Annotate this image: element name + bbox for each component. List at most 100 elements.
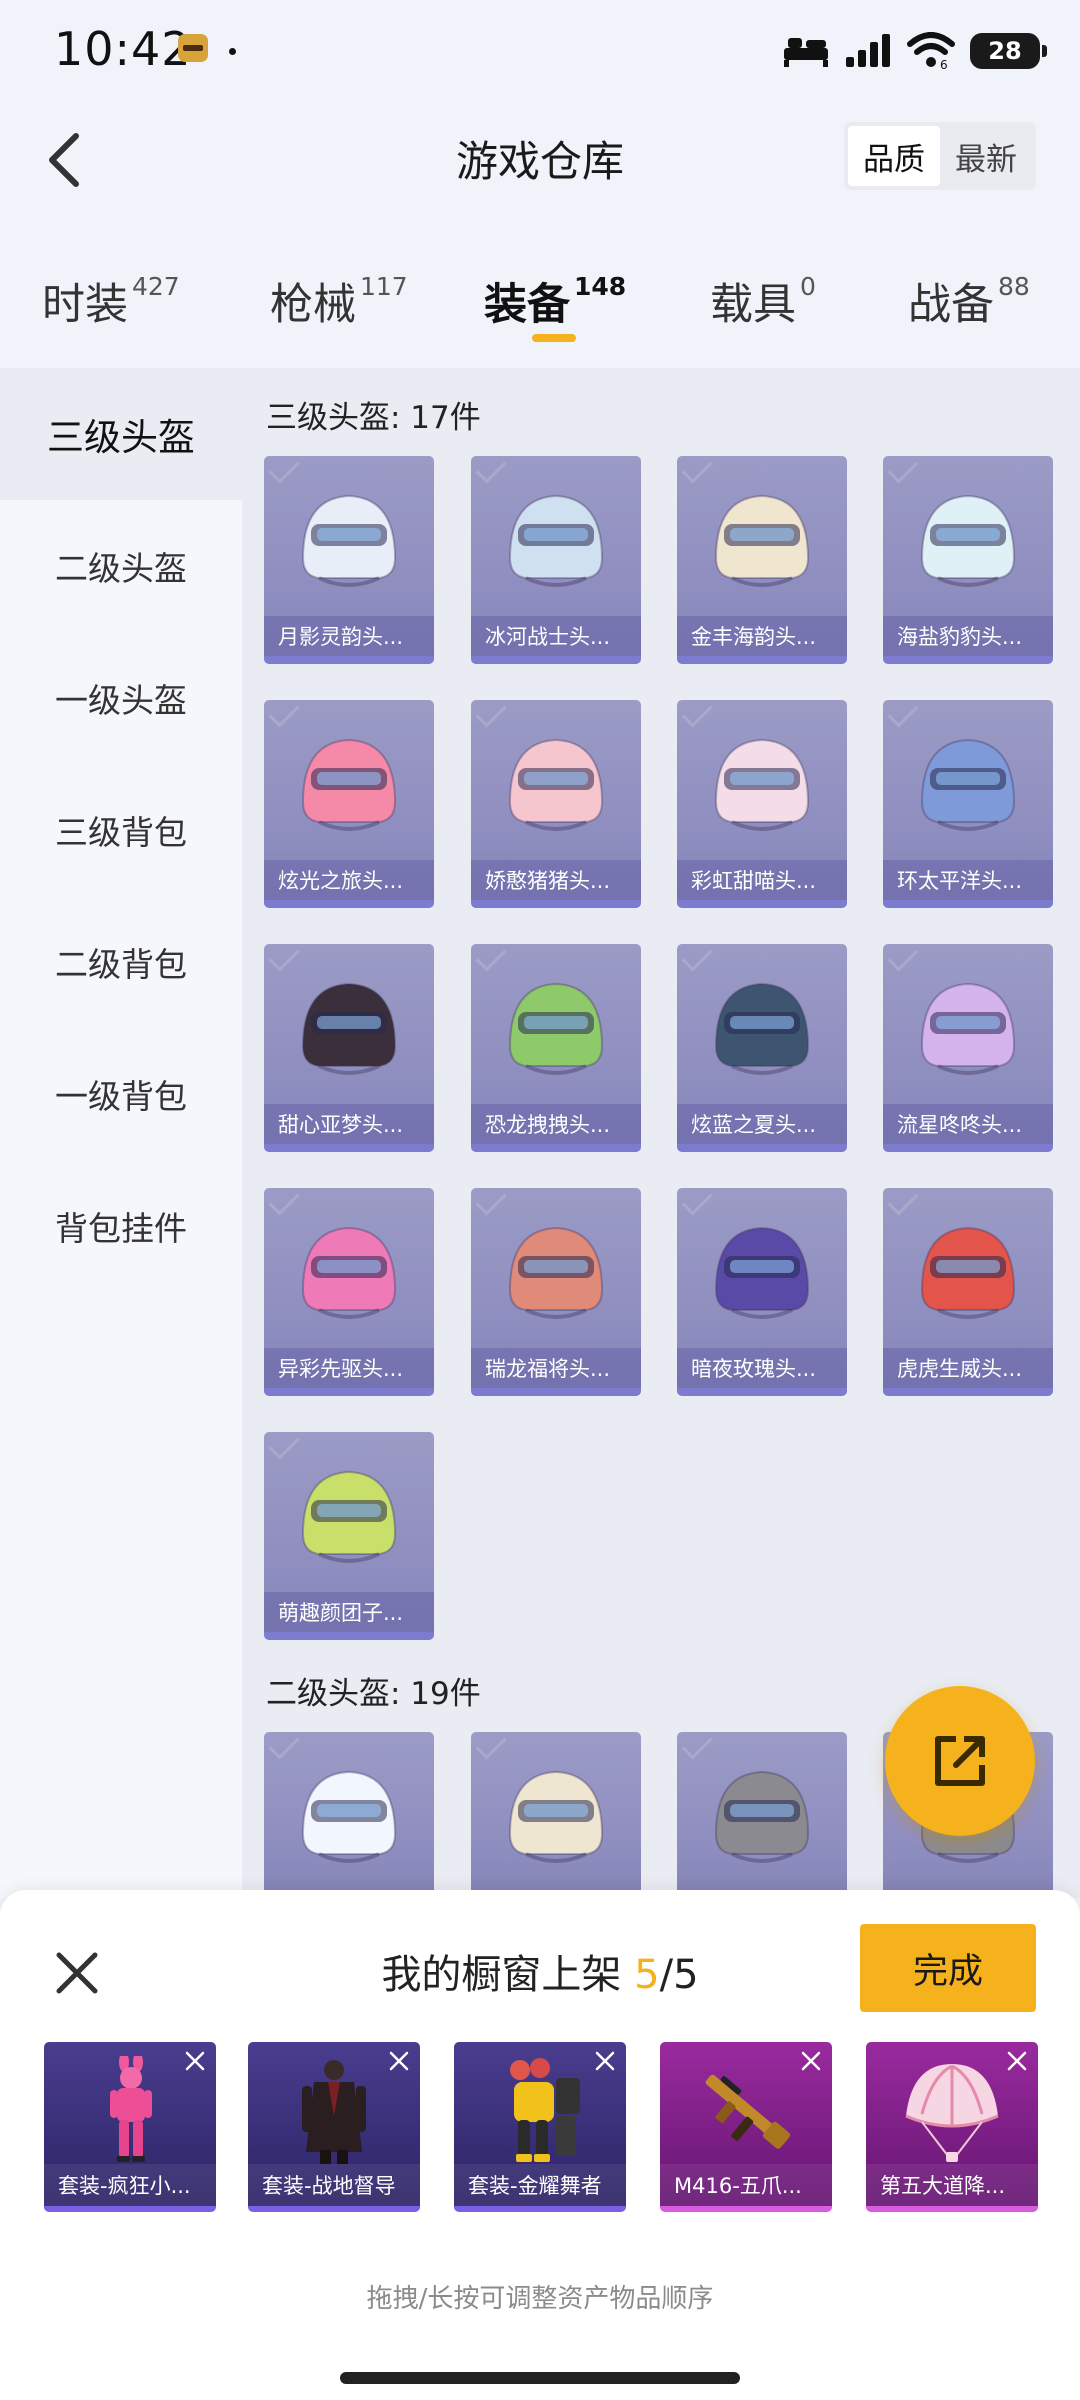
section-heading-level2-helmet: 二级头盔: 19件 — [266, 1676, 481, 1712]
signal-icon — [846, 34, 890, 67]
tab-label: 载具 — [710, 280, 796, 330]
sidebar-item-level1-backpack[interactable]: 一级背包 — [0, 1028, 242, 1160]
helmet-icon — [508, 1226, 604, 1319]
helmet-icon — [301, 982, 397, 1075]
tab-label: 装备 — [484, 280, 570, 330]
sidebar-item-level1-helmet[interactable]: 一级头盔 — [0, 632, 242, 764]
helmet-card[interactable]: 萌趣颜团子... — [264, 1432, 434, 1640]
helmet-icon — [301, 1770, 397, 1863]
tab-count: 148 — [574, 272, 627, 301]
sidebar-item-level3-helmet[interactable]: 三级头盔 — [0, 368, 242, 500]
svg-text:6: 6 — [940, 58, 948, 70]
helmet-card[interactable]: 炫光之旅头... — [264, 700, 434, 908]
helmet-card-label: 月影灵韵头... — [264, 616, 434, 656]
helmet-card[interactable]: 金丰海韵头... — [677, 456, 847, 664]
home-indicator[interactable] — [340, 2372, 740, 2384]
helmet-icon — [301, 1470, 397, 1563]
helmet-card[interactable]: 虎虎生威头... — [883, 1188, 1053, 1396]
remove-x-icon — [595, 2051, 615, 2071]
helmet-card[interactable]: 流星咚咚头... — [883, 944, 1053, 1152]
tab-fashion[interactable]: 时装 427 — [42, 270, 180, 332]
helmet-icon — [920, 494, 1016, 587]
tab-count: 117 — [360, 272, 408, 301]
back-button[interactable] — [24, 120, 104, 200]
helmet-card-label: 甜心亚梦头... — [264, 1104, 434, 1144]
helmet-card-label: 炫蓝之夏头... — [677, 1104, 847, 1144]
helmet-card[interactable]: 娇憨猪猪头... — [471, 700, 641, 908]
helmet-card[interactable]: 月影灵韵头... — [264, 456, 434, 664]
helmet-card[interactable]: 海盐豹豹头... — [883, 456, 1053, 664]
remove-item-button[interactable] — [1002, 2046, 1032, 2076]
helmet-icon — [714, 982, 810, 1075]
helmet-card[interactable]: 环太平洋头... — [883, 700, 1053, 908]
tab-count: 88 — [998, 272, 1030, 301]
tab-count: 427 — [132, 272, 180, 301]
dark-coat-outfit-icon — [302, 2060, 366, 2164]
close-button[interactable] — [44, 1940, 110, 2006]
tab-supplies[interactable]: 战备 88 — [908, 270, 1030, 332]
helmet-card-label: 环太平洋头... — [883, 860, 1053, 900]
shelf-item[interactable]: 套装-金耀舞者 — [454, 2042, 626, 2212]
helmet-card-label: 暗夜玫瑰头... — [677, 1348, 847, 1388]
helmet-card[interactable]: 恐龙拽拽头... — [471, 944, 641, 1152]
status-bar: 10:42 6 28 — [0, 0, 1080, 100]
helmet-card-label: 海盐豹豹头... — [883, 616, 1053, 656]
helmet-icon — [301, 738, 397, 831]
helmet-icon — [714, 494, 810, 587]
battery-indicator: 28 — [970, 33, 1047, 69]
sort-toggle: 品质 最新 — [844, 122, 1036, 190]
helmet-card[interactable] — [264, 1732, 434, 1898]
helmet-card[interactable]: 异彩先驱头... — [264, 1188, 434, 1396]
gold-rifle-icon — [705, 2074, 791, 2149]
sidebar-item-level3-backpack[interactable]: 三级背包 — [0, 764, 242, 896]
tab-label: 战备 — [908, 280, 994, 330]
shelf-item-label: M416-五爪... — [660, 2164, 832, 2206]
tab-weapons[interactable]: 枪械 117 — [270, 270, 408, 332]
sidebar-item-level2-helmet[interactable]: 二级头盔 — [0, 500, 242, 632]
helmet-card-label: 炫光之旅头... — [264, 860, 434, 900]
showcase-count: 5 — [634, 1952, 660, 1998]
helmet-card[interactable]: 瑞龙福将头... — [471, 1188, 641, 1396]
pink-parachute-icon — [905, 2064, 999, 2162]
helmet-icon — [508, 1770, 604, 1863]
helmet-card[interactable]: 炫蓝之夏头... — [677, 944, 847, 1152]
shelf-item[interactable]: 套装-战地督导 — [248, 2042, 420, 2212]
shelf-item-label: 套装-金耀舞者 — [454, 2164, 626, 2206]
tab-label: 时装 — [42, 280, 128, 330]
share-button[interactable] — [885, 1686, 1035, 1836]
helmet-card-label: 萌趣颜团子... — [264, 1592, 434, 1632]
shelf-item[interactable]: 第五大道降... — [866, 2042, 1038, 2212]
helmet-card[interactable] — [677, 1732, 847, 1898]
chevron-left-icon — [49, 133, 79, 187]
remove-x-icon — [185, 2051, 205, 2071]
sort-newest-button[interactable]: 最新 — [940, 126, 1032, 186]
shelf-item[interactable]: M416-五爪... — [660, 2042, 832, 2212]
tab-vehicles[interactable]: 载具 0 — [710, 270, 816, 332]
remove-item-button[interactable] — [180, 2046, 210, 2076]
shelf-item-label: 套装-战地督导 — [248, 2164, 420, 2206]
sidebar-item-backpack-pendant[interactable]: 背包挂件 — [0, 1160, 242, 1292]
helmet-card-label: 异彩先驱头... — [264, 1348, 434, 1388]
remove-item-button[interactable] — [384, 2046, 414, 2076]
helmet-card[interactable]: 彩虹甜喵头... — [677, 700, 847, 908]
sidebar-item-level2-backpack[interactable]: 二级背包 — [0, 896, 242, 1028]
status-time: 10:42 — [54, 22, 192, 76]
done-button[interactable]: 完成 — [860, 1924, 1036, 2012]
helmet-card[interactable] — [471, 1732, 641, 1898]
remove-item-button[interactable] — [796, 2046, 826, 2076]
sleep-mode-icon — [784, 38, 828, 67]
helmet-card[interactable]: 冰河战士头... — [471, 456, 641, 664]
header: 游戏仓库 品质 最新 — [0, 100, 1080, 220]
remove-x-icon — [389, 2051, 409, 2071]
helmet-card[interactable]: 甜心亚梦头... — [264, 944, 434, 1152]
item-grid: 三级头盔: 17件 月影灵韵头... 冰河战士头... 金丰海韵头... 海盐豹豹头.… — [242, 368, 1080, 1898]
helmet-icon — [920, 982, 1016, 1075]
tab-equipment[interactable]: 装备 148 — [484, 270, 626, 332]
sort-quality-button[interactable]: 品质 — [848, 126, 940, 186]
active-tab-indicator — [532, 334, 576, 342]
helmet-card[interactable]: 暗夜玫瑰头... — [677, 1188, 847, 1396]
remove-item-button[interactable] — [590, 2046, 620, 2076]
shelf-item-label: 第五大道降... — [866, 2164, 1038, 2206]
helmet-icon — [714, 1226, 810, 1319]
shelf-item[interactable]: 套装-疯狂小... — [44, 2042, 216, 2212]
